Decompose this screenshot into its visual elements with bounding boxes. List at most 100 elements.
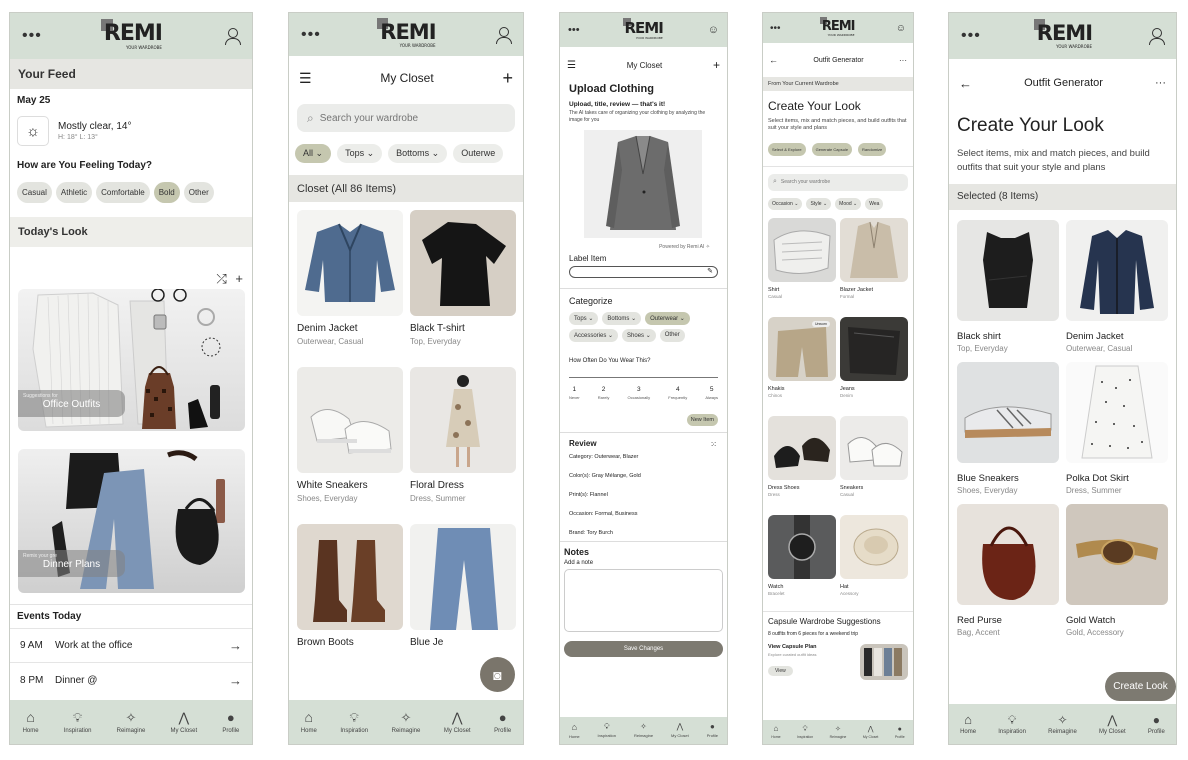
arrow-right-icon[interactable]: → — [229, 673, 242, 688]
wardrobe-item[interactable]: Unworn Khakis Chinos — [768, 316, 836, 416]
randomize-button[interactable]: Randomize — [858, 142, 887, 156]
filter-style[interactable]: Style ⌄ — [806, 197, 832, 210]
add-icon[interactable]: + — [502, 68, 513, 89]
more-icon[interactable]: ••• — [568, 24, 580, 36]
nav-inspiration[interactable]: 💡︎ Inspiration — [340, 711, 368, 734]
nav-my-closet[interactable]: ⋀ My Closet — [444, 711, 471, 734]
more-icon[interactable]: ••• — [301, 26, 321, 43]
wardrobe-item[interactable]: Hat Acessory — [840, 514, 908, 611]
closet-item[interactable]: Black T-shirt Top, Everyday — [410, 210, 516, 367]
filter-weather[interactable]: Wea — [865, 197, 884, 210]
create-look-button[interactable]: Create Look — [1105, 672, 1176, 701]
filter-all[interactable]: All ⌄ — [295, 144, 332, 163]
selected-item[interactable]: Black shirt Top, Everyday — [957, 219, 1059, 362]
view-button[interactable]: View — [768, 665, 793, 676]
nav-profile[interactable]: ● Profile — [707, 723, 718, 739]
cat-chip-bottoms[interactable]: Bottoms ⌄ — [602, 311, 642, 325]
filter-occasion[interactable]: Occasion ⌄ — [768, 197, 803, 210]
cat-chip-outerwear[interactable]: Outerwear ⌄ — [645, 311, 690, 325]
camera-button[interactable]: ◙ — [480, 657, 515, 692]
nav-inspiration[interactable]: 💡︎ Inspiration — [797, 726, 813, 739]
uploaded-photo[interactable] — [584, 129, 702, 238]
profile-icon[interactable]: ☺ — [896, 23, 906, 34]
menu-icon[interactable]: ☰ — [299, 70, 312, 87]
closet-item[interactable]: Floral Dress Dress, Summer — [410, 367, 516, 524]
wardrobe-item[interactable]: Sneakers Casual — [840, 415, 908, 515]
nav-profile[interactable]: ● Profile — [494, 711, 511, 734]
search-bar[interactable]: ⌕ — [297, 104, 515, 132]
mood-chip-bold[interactable]: Bold — [153, 182, 180, 203]
nav-reimagine[interactable]: ✧ Reimagine — [1048, 714, 1077, 735]
filter-mood[interactable]: Mood ⌄ — [835, 197, 862, 210]
back-arrow-icon[interactable]: ← — [769, 55, 778, 65]
filter-tops[interactable]: Tops ⌄ — [337, 144, 383, 163]
nav-inspiration[interactable]: 💡︎ Inspiration — [598, 723, 616, 739]
wardrobe-item[interactable]: Shirt Casual — [768, 217, 836, 317]
nav-inspiration[interactable]: 💡︎ Inspiration — [64, 711, 92, 734]
office-outfits-card[interactable]: Suggestions for Office Outfits — [18, 289, 245, 431]
filter-outerwear[interactable]: Outerwe — [453, 144, 504, 163]
nav-home[interactable]: ⌂ Home — [23, 710, 39, 734]
search-input[interactable] — [319, 112, 490, 124]
capsule-plan-card[interactable]: View Capsule Plan Explore curated outfit… — [768, 643, 908, 680]
wardrobe-item[interactable]: Blazer Jacket Formal — [840, 217, 908, 317]
scale-option[interactable]: 4 Frequently — [668, 386, 687, 400]
mood-chip-casual[interactable]: Casual — [17, 182, 52, 203]
nav-reimagine[interactable]: ✧ Reimagine — [634, 723, 653, 739]
selected-item[interactable]: Polka Dot Skirt Dress, Summer — [1066, 361, 1168, 504]
selected-item[interactable]: Red Purse Bag, Accent — [957, 503, 1059, 646]
select-explore-button[interactable]: Select & Explore — [768, 142, 806, 156]
mood-chip-other[interactable]: Other — [183, 182, 214, 203]
more-icon[interactable]: ••• — [770, 23, 781, 34]
nav-profile[interactable]: ● Profile — [1148, 714, 1165, 735]
search-input[interactable] — [780, 179, 891, 186]
menu-icon[interactable]: ☰ — [567, 60, 576, 71]
selected-item[interactable]: Blue Sneakers Shoes, Everyday — [957, 361, 1059, 504]
more-icon[interactable]: ••• — [22, 28, 42, 44]
arrow-right-icon[interactable]: → — [229, 638, 242, 653]
label-item-input[interactable]: ✎ — [569, 265, 718, 278]
nav-home[interactable]: ⌂ Home — [569, 722, 580, 739]
back-arrow-icon[interactable]: ← — [959, 76, 972, 91]
wardrobe-item[interactable]: Dress Shoes Dress — [768, 415, 836, 515]
nav-inspiration[interactable]: 💡︎ Inspiration — [998, 714, 1026, 735]
more-icon[interactable]: ••• — [961, 28, 981, 44]
wardrobe-item[interactable]: Watch Bracelet — [768, 514, 836, 611]
shuffle-icon[interactable]: ⤮ — [216, 271, 226, 286]
closet-item[interactable]: White Sneakers Shoes, Everyday — [297, 367, 403, 524]
scale-option[interactable]: 1 Never — [569, 386, 580, 400]
scale-option[interactable]: 5 Always — [705, 386, 718, 400]
nav-reimagine[interactable]: ✧ Reimagine — [830, 726, 847, 739]
selected-item[interactable]: Denim Jacket Outerwear, Casual — [1066, 219, 1168, 362]
closet-item[interactable]: Denim Jacket Outerwear, Casual — [297, 210, 403, 367]
scale-option[interactable]: 2 Rarely — [598, 386, 610, 400]
generate-capsule-button[interactable]: Generate Capsule — [811, 142, 853, 156]
cat-chip-accessories[interactable]: Accessories ⌄ — [569, 328, 619, 342]
cat-chip-shoes[interactable]: Shoes ⌄ — [622, 328, 656, 342]
selected-item[interactable]: Gold Watch Gold, Accessory — [1066, 503, 1168, 646]
profile-icon[interactable] — [1148, 28, 1165, 45]
mood-chip-comfortable[interactable]: Comfortable — [96, 182, 150, 203]
search-bar[interactable]: ⌕ — [768, 173, 908, 191]
nav-home[interactable]: ⌂ Home — [960, 713, 976, 735]
add-icon[interactable]: + — [235, 271, 243, 286]
wardrobe-item[interactable]: Jeans Denim — [840, 316, 908, 416]
nav-my-closet[interactable]: ⋀ My Closet — [863, 726, 879, 739]
grid-icon[interactable]: ⁙ — [710, 440, 717, 449]
nav-my-closet[interactable]: ⋀ My Closet — [1099, 714, 1126, 735]
nav-profile[interactable]: ● Profile — [895, 726, 905, 739]
closet-item[interactable]: Blue Je — [410, 524, 516, 654]
add-icon[interactable]: + — [713, 58, 720, 72]
more-icon[interactable]: ··· — [1155, 77, 1166, 89]
mood-chip-athletic[interactable]: Athletic — [55, 182, 93, 203]
nav-my-closet[interactable]: ⋀ My Closet — [671, 723, 689, 739]
profile-icon[interactable] — [224, 28, 241, 45]
nav-profile[interactable]: ● Profile — [222, 711, 239, 734]
nav-reimagine[interactable]: ✧ Reimagine — [117, 711, 146, 734]
nav-reimagine[interactable]: ✧ Reimagine — [392, 711, 421, 734]
profile-icon[interactable]: ☺ — [708, 24, 719, 36]
scale-option[interactable]: 3 Occasionally — [627, 386, 650, 400]
event-row[interactable]: 9 AM Work at the office → — [10, 629, 252, 663]
more-icon[interactable]: ··· — [899, 56, 907, 65]
filter-bottoms[interactable]: Bottoms ⌄ — [388, 144, 448, 163]
